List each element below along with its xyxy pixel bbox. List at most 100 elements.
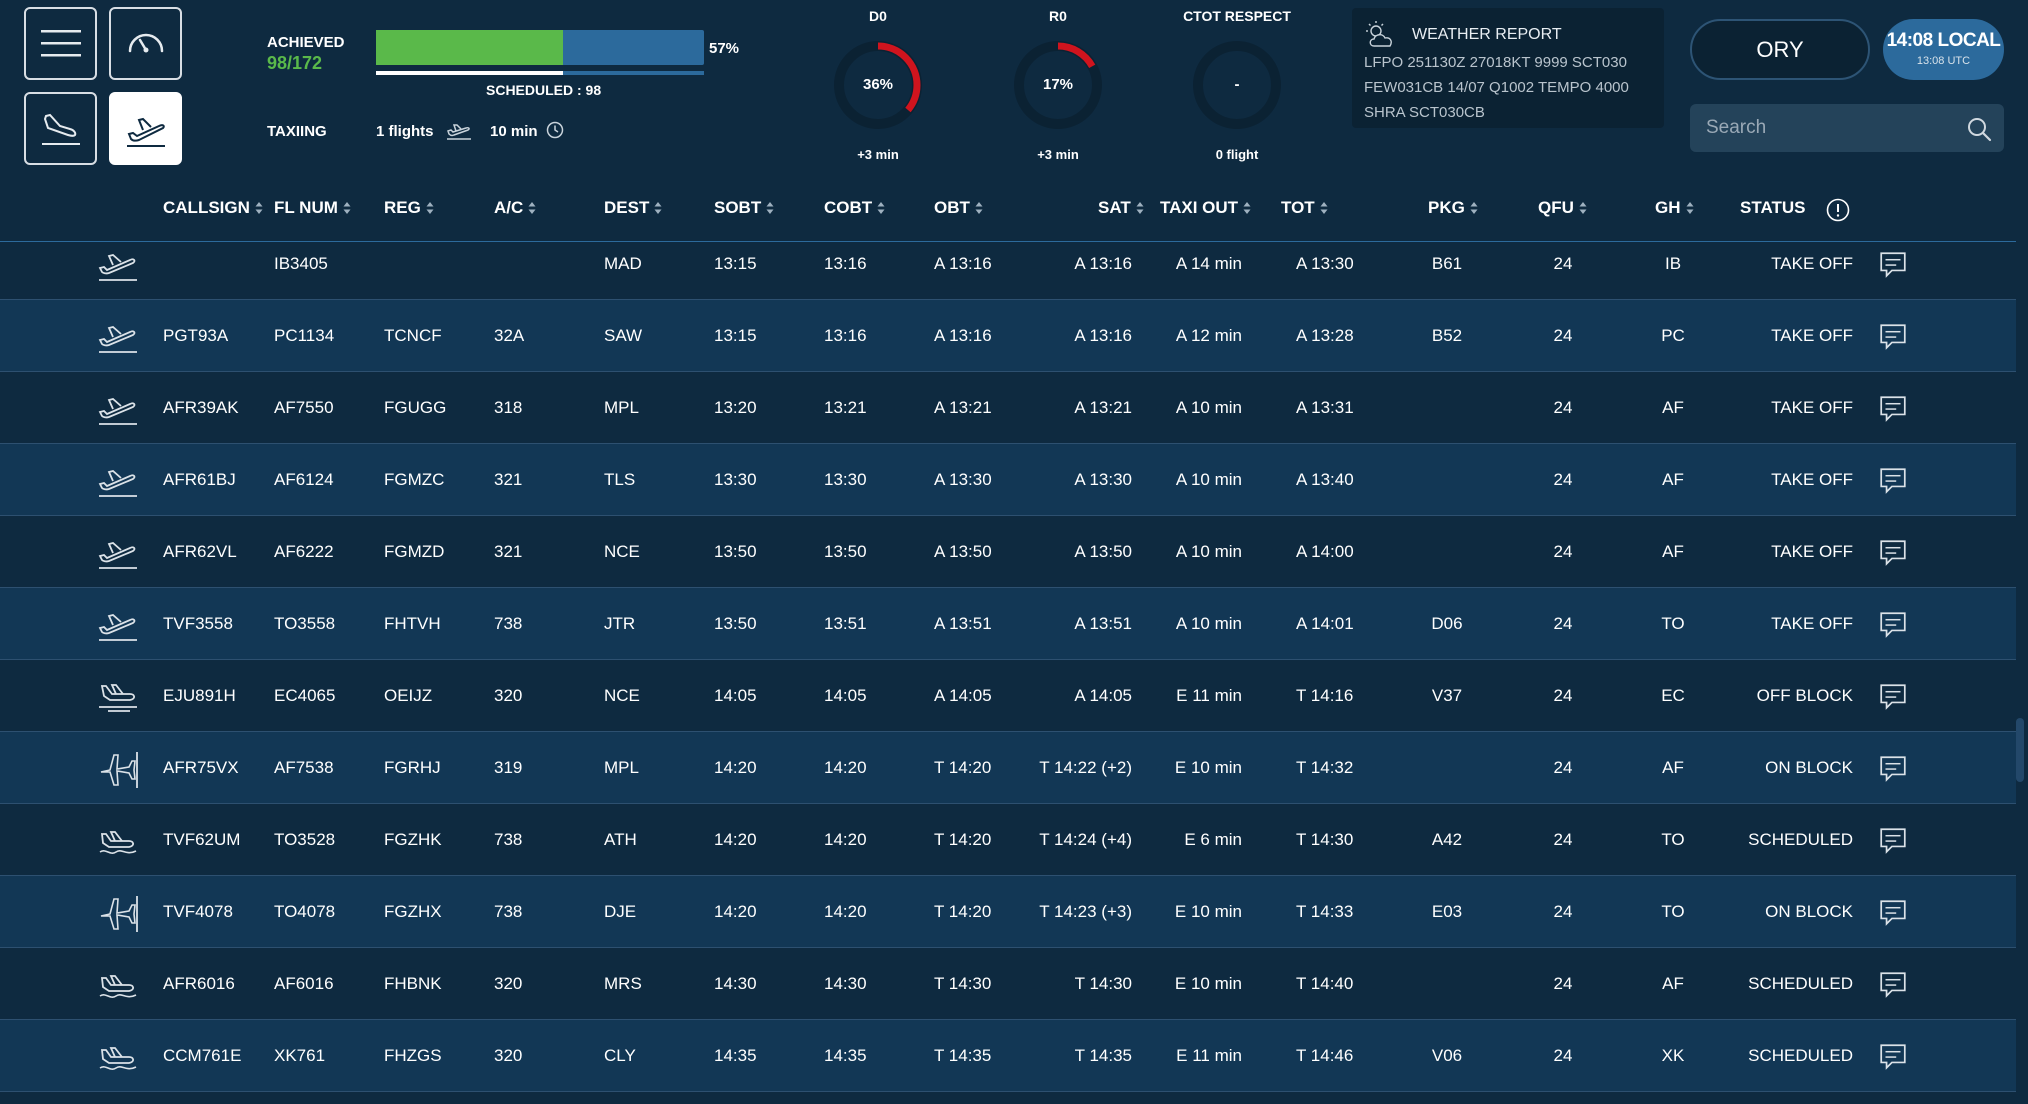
table-row[interactable]: AFR6016 AF6016 FHBNK 320 MRS 14:30 14:30 T 14:3… [0,948,2016,1020]
cell-callsign: TVF4078 [163,902,233,921]
cell-pkg: V06 [1431,1046,1463,1065]
column-header-cobt[interactable]: COBT [824,198,885,218]
comment-icon[interactable] [1878,826,1908,854]
cell-taxi: A 10 min [1175,470,1242,489]
cell-sobt: 14:20 [714,830,757,849]
table-row[interactable]: TVF4078 TO4078 FGZHX 738 DJE 14:20 14:20 T 14:2… [0,876,2016,948]
column-header-dest[interactable]: DEST [604,198,662,218]
cell-gh: PC [1661,326,1685,345]
column-header-label: QFU [1538,198,1574,217]
gauge-d0-title: D0 [869,8,887,24]
cell-sobt: 13:30 [714,470,757,489]
cell-cobt: 13:50 [824,542,867,561]
table-row[interactable]: CCM761E XK761 FHZGS 320 CLY 14:35 14:35 T 14:35… [0,1020,2016,1092]
cell-gh: TO [1661,830,1685,849]
departures-button[interactable] [109,92,182,165]
menu-button[interactable] [24,7,97,80]
column-header-qfu[interactable]: QFU [1538,198,1587,218]
comment-icon[interactable] [1878,466,1908,494]
sort-icon [528,202,536,214]
comment-icon[interactable] [1878,322,1908,350]
cell-sat: T 14:23 (+3) [1039,902,1132,921]
column-header-pkg[interactable]: PKG [1428,198,1478,218]
comment-icon[interactable] [1878,250,1908,278]
cell-ac: 320 [494,1046,523,1065]
cell-pkg: D06 [1431,614,1463,633]
cell-taxi: E 10 min [1174,902,1242,921]
cell-gh: XK [1661,1046,1685,1065]
cell-taxi: A 12 min [1175,326,1242,345]
search-icon[interactable] [1966,116,1992,142]
column-header-flnum[interactable]: FL NUM [274,198,351,218]
sort-icon [877,202,885,214]
column-header-sat[interactable]: SAT [1098,198,1144,218]
table-row[interactable]: AFR62VL AF6222 FGMZD 321 NCE 13:50 13:50 A 13:5… [0,516,2016,588]
weather-report-panel: WEATHER REPORT LFPO 251130Z 27018KT 9999… [1352,8,1664,128]
table-row[interactable]: AFR75VX AF7538 FGRHJ 319 MPL 14:20 14:20 T 14:2… [0,732,2016,804]
gauge-ctot-sub: 0 flight [1215,147,1259,162]
dashboard-button[interactable] [109,7,182,80]
search-box [1690,104,2004,152]
table-row[interactable]: AFR61BJ AF6124 FGMZC 321 TLS 13:30 13:30 A 13:3… [0,444,2016,516]
table-row[interactable]: PGT93A PC1134 TCNCF 32A SAW 13:15 13:16 A 13:16… [0,300,2016,372]
search-input[interactable] [1706,112,1956,144]
comment-icon[interactable] [1878,898,1908,926]
cell-pkg [1412,948,1482,1020]
comment-icon[interactable] [1878,970,1908,998]
column-header-ac[interactable]: A/C [494,198,536,218]
scheduled-progress-bar [376,71,704,75]
column-header-label: OBT [934,198,970,217]
column-header-reg[interactable]: REG [384,198,434,218]
table-row[interactable]: EJU891H EC4065 OEIJZ 320 NCE 14:05 14:05 A 14:0… [0,660,2016,732]
cell-dest: MAD [604,254,642,273]
plane-scheduled-icon [99,831,137,854]
table-row[interactable]: TVF3558 TO3558 FHTVH 738 JTR 13:50 13:51 A 13:5… [0,588,2016,660]
cell-gh: AF [1662,758,1684,777]
status-info-icon[interactable] [1826,198,1850,222]
weather-line-3: SHRA SCT030CB [1364,104,1485,121]
column-header-label: SAT [1098,198,1131,217]
cell-qfu: 24 [1553,1046,1573,1065]
comment-icon[interactable] [1878,610,1908,638]
table-row[interactable]: AFR39AK AF7550 FGUGG 318 MPL 13:20 13:21 A 13:2… [0,372,2016,444]
column-header-label: PKG [1428,198,1465,217]
sort-icon [1243,202,1251,214]
column-header-callsign[interactable]: CALLSIGN [163,198,263,218]
table-row[interactable]: IB3405 MAD 13:15 13:16 A 13:16 A 13:16 A 14 mi… [0,242,2016,300]
arrivals-button[interactable] [24,92,97,165]
column-header-tot[interactable]: TOT [1281,198,1328,218]
column-header-status[interactable]: STATUS [1740,198,1805,218]
table-scrollbar[interactable] [2016,718,2024,782]
cell-callsign: AFR75VX [163,758,239,777]
cell-gh: EC [1661,686,1685,705]
table-row[interactable]: TVF62UM TO3528 FGZHK 738 ATH 14:20 14:20 T 14:2… [0,804,2016,876]
comment-icon[interactable] [1878,682,1908,710]
cell-flnum: XK761 [274,1046,326,1065]
cell-tot: A 13:31 [1296,398,1354,417]
column-header-gh[interactable]: GH [1655,198,1694,218]
cell-dest: NCE [604,686,640,705]
scheduled-progress-fill [376,71,563,75]
cell-ac: 738 [494,830,523,849]
gauge-icon [128,33,163,52]
cell-tot: T 14:33 [1296,902,1354,921]
cell-taxi: E 11 min [1176,686,1242,705]
column-header-obt[interactable]: OBT [934,198,983,218]
cell-ac: 319 [494,758,523,777]
sort-icon [1579,202,1587,214]
comment-icon[interactable] [1878,1042,1908,1070]
cell-reg [384,228,474,300]
gauge-d0-sub: +3 min [857,147,899,162]
airport-selector-button[interactable]: ORY [1690,19,1870,80]
cell-reg: FGZHX [384,902,442,921]
comment-icon[interactable] [1878,754,1908,782]
cell-cobt: 14:20 [824,830,867,849]
comment-icon[interactable] [1878,394,1908,422]
cell-taxi: E 10 min [1174,758,1242,777]
sort-icon [1320,202,1328,214]
cell-cobt: 13:16 [824,254,867,273]
column-header-taxi[interactable]: TAXI OUT [1160,198,1251,218]
comment-icon[interactable] [1878,538,1908,566]
cell-reg: OEIJZ [384,686,433,705]
column-header-sobt[interactable]: SOBT [714,198,774,218]
